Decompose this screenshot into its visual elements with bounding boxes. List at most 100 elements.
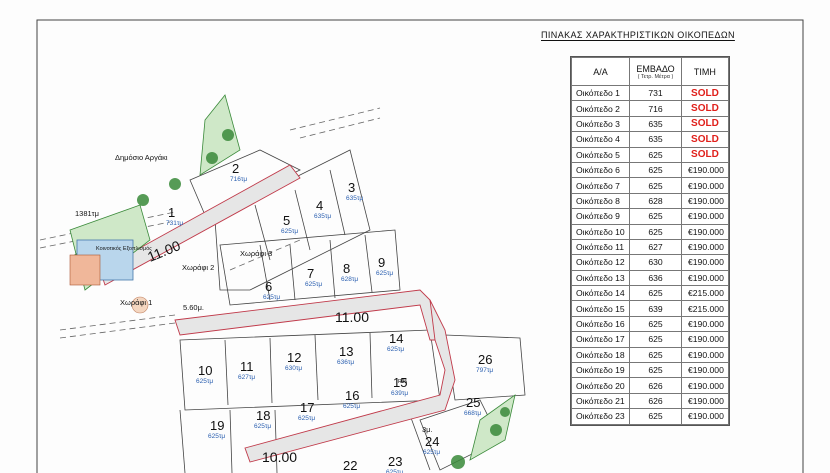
price-cell: €190.000 — [681, 161, 729, 179]
plot-number: 16 — [345, 388, 359, 403]
plot-name-cell: Οικόπεδο 11 — [571, 238, 630, 256]
price-cell: €190.000 — [681, 208, 729, 225]
price-cell: €190.000 — [681, 315, 729, 333]
plot-number: 8 — [343, 261, 350, 276]
plot-name-cell: Οικόπεδο 7 — [571, 177, 630, 194]
plot-number: 13 — [339, 344, 353, 359]
plot-number: 18 — [256, 408, 270, 423]
plot-area-label: 797τμ — [476, 367, 493, 374]
plot-area-label: 668τμ — [464, 410, 481, 417]
sold-badge: SOLD — [681, 84, 729, 102]
plot-name-cell: Οικόπεδο 14 — [571, 285, 630, 302]
table-row: Οικόπεδο 3 635 SOLD — [571, 115, 729, 133]
plot-name-cell: Οικόπεδο 21 — [571, 392, 630, 410]
plot-name-cell: Οικόπεδο 13 — [571, 269, 630, 287]
header-id: Α/Α — [571, 57, 630, 86]
plot-area-label: 625τμ — [387, 346, 404, 353]
plot-number: 10 — [198, 363, 212, 378]
table-row: Οικόπεδο 2 716 SOLD — [571, 100, 729, 117]
plot-area-label: 639τμ — [391, 390, 408, 397]
table-row: Οικόπεδο 23 625 €190.000 — [571, 408, 729, 425]
price-cell: €190.000 — [681, 269, 729, 287]
header-area-unit: ( Τετρ. Μέτρα ) — [637, 73, 674, 80]
plot-number: 19 — [210, 418, 224, 433]
plot-number: 24 — [425, 434, 439, 449]
sold-badge: SOLD — [681, 146, 729, 163]
table-row: Οικόπεδο 7 625 €190.000 — [571, 177, 729, 194]
plot-number: 11 — [240, 359, 254, 374]
price-cell: €190.000 — [681, 408, 729, 425]
field-1-label: Χωράφι 1 — [120, 298, 152, 307]
plot-number: 14 — [389, 331, 403, 346]
plot-area-label: 630τμ — [285, 365, 302, 372]
plot-area-label: 625τμ — [305, 281, 322, 288]
road-width-b: 11.00 — [335, 309, 369, 325]
plot-area-cell: 625 — [629, 161, 682, 179]
plot-name-cell: Οικόπεδο 20 — [571, 377, 630, 394]
table-row: Οικόπεδο 17 625 €190.000 — [571, 331, 729, 348]
plot-area-cell: 625 — [629, 285, 682, 302]
plot-area-label: 625τμ — [196, 378, 213, 385]
plot-area-cell: 630 — [629, 254, 682, 271]
price-cell: €190.000 — [681, 177, 729, 194]
price-cell: €190.000 — [681, 238, 729, 256]
plots-table: Α/Α ΕΜΒΑΔΟ( Τετρ. Μέτρα ) ΤΙΜΗ Οικόπεδο … — [570, 56, 730, 426]
plot-name-cell: Οικόπεδο 2 — [571, 100, 630, 117]
plot-area-cell: 626 — [629, 392, 682, 410]
plot-area-cell: 625 — [629, 315, 682, 333]
plot-name-cell: Οικόπεδο 12 — [571, 254, 630, 271]
plot-name-cell: Οικόπεδο 9 — [571, 208, 630, 225]
plot-name-cell: Οικόπεδο 1 — [571, 84, 630, 102]
plot-name-cell: Οικόπεδο 5 — [571, 146, 630, 163]
plot-number: 15 — [393, 375, 407, 390]
price-cell: €190.000 — [681, 346, 729, 364]
plot-area-cell: 625 — [629, 146, 682, 163]
header-area: ΕΜΒΑΔΟ( Τετρ. Μέτρα ) — [629, 57, 682, 86]
plot-area-label: 625τμ — [208, 433, 225, 440]
table-header-row: Α/Α ΕΜΒΑΔΟ( Τετρ. Μέτρα ) ΤΙΜΗ — [571, 57, 729, 86]
field-3-label: Χωράφι 3 — [240, 249, 272, 258]
plot-area-label: 628τμ — [341, 276, 358, 283]
sold-badge: SOLD — [681, 131, 729, 148]
table-row: Οικόπεδο 16 625 €190.000 — [571, 315, 729, 333]
table-row: Οικόπεδο 9 625 €190.000 — [571, 208, 729, 225]
field-2-label: Χωράφι 2 — [182, 263, 214, 272]
plot-name-cell: Οικόπεδο 4 — [571, 131, 630, 148]
price-cell: €190.000 — [681, 192, 729, 210]
plot-name-cell: Οικόπεδο 6 — [571, 161, 630, 179]
plot-area-label: 635τμ — [346, 195, 363, 202]
plot-area-cell: 625 — [629, 408, 682, 425]
width-a-label: 5.60μ. — [183, 303, 204, 312]
plot-area-cell: 625 — [629, 331, 682, 348]
road-width-a: 11.00 — [145, 237, 183, 265]
plot-number: 12 — [287, 350, 301, 365]
plot-area-label: 731τμ — [166, 220, 183, 227]
table-row: Οικόπεδο 15 639 €215.000 — [571, 300, 729, 317]
site-plan-map: Δημόσιο Αργάκι Χωράφι 2 Χωράφι 3 Χωράφι … — [39, 94, 526, 473]
table-row: Οικόπεδο 8 628 €190.000 — [571, 192, 729, 210]
plot-name-cell: Οικόπεδο 17 — [571, 331, 630, 348]
plot-name-cell: Οικόπεδο 8 — [571, 192, 630, 210]
plot-area-label: 625τμ — [423, 449, 440, 456]
price-cell: €190.000 — [681, 392, 729, 410]
plot-number: 26 — [478, 352, 492, 367]
plot-area-label: 635τμ — [314, 213, 331, 220]
price-cell: €190.000 — [681, 331, 729, 348]
table-row: Οικόπεδο 10 625 €190.000 — [571, 223, 729, 240]
plot-area-cell: 731 — [629, 84, 682, 102]
table-row: Οικόπεδο 12 630 €190.000 — [571, 254, 729, 271]
green-area-label: 1381τμ — [75, 209, 99, 218]
table-row: Οικόπεδο 6 625 €190.000 — [571, 161, 729, 179]
table-row: Οικόπεδο 13 636 €190.000 — [571, 269, 729, 287]
plot-number: 3 — [348, 180, 355, 195]
plot-name-cell: Οικόπεδο 3 — [571, 115, 630, 133]
plot-number: 23 — [388, 454, 402, 469]
plot-area-cell: 627 — [629, 238, 682, 256]
plot-area-cell: 625 — [629, 208, 682, 225]
price-cell: €215.000 — [681, 300, 729, 317]
plot-area-cell: 716 — [629, 100, 682, 117]
table-title: ΠΙΝΑΚΑΣ ΧΑΡΑΚΤΗΡΙΣΤΙΚΩΝ ΟΙΚΟΠΕΔΩΝ — [541, 30, 735, 40]
plot-number: 22 — [343, 458, 357, 473]
plot-area-cell: 636 — [629, 269, 682, 287]
table-row: Οικόπεδο 19 625 €190.000 — [571, 362, 729, 379]
